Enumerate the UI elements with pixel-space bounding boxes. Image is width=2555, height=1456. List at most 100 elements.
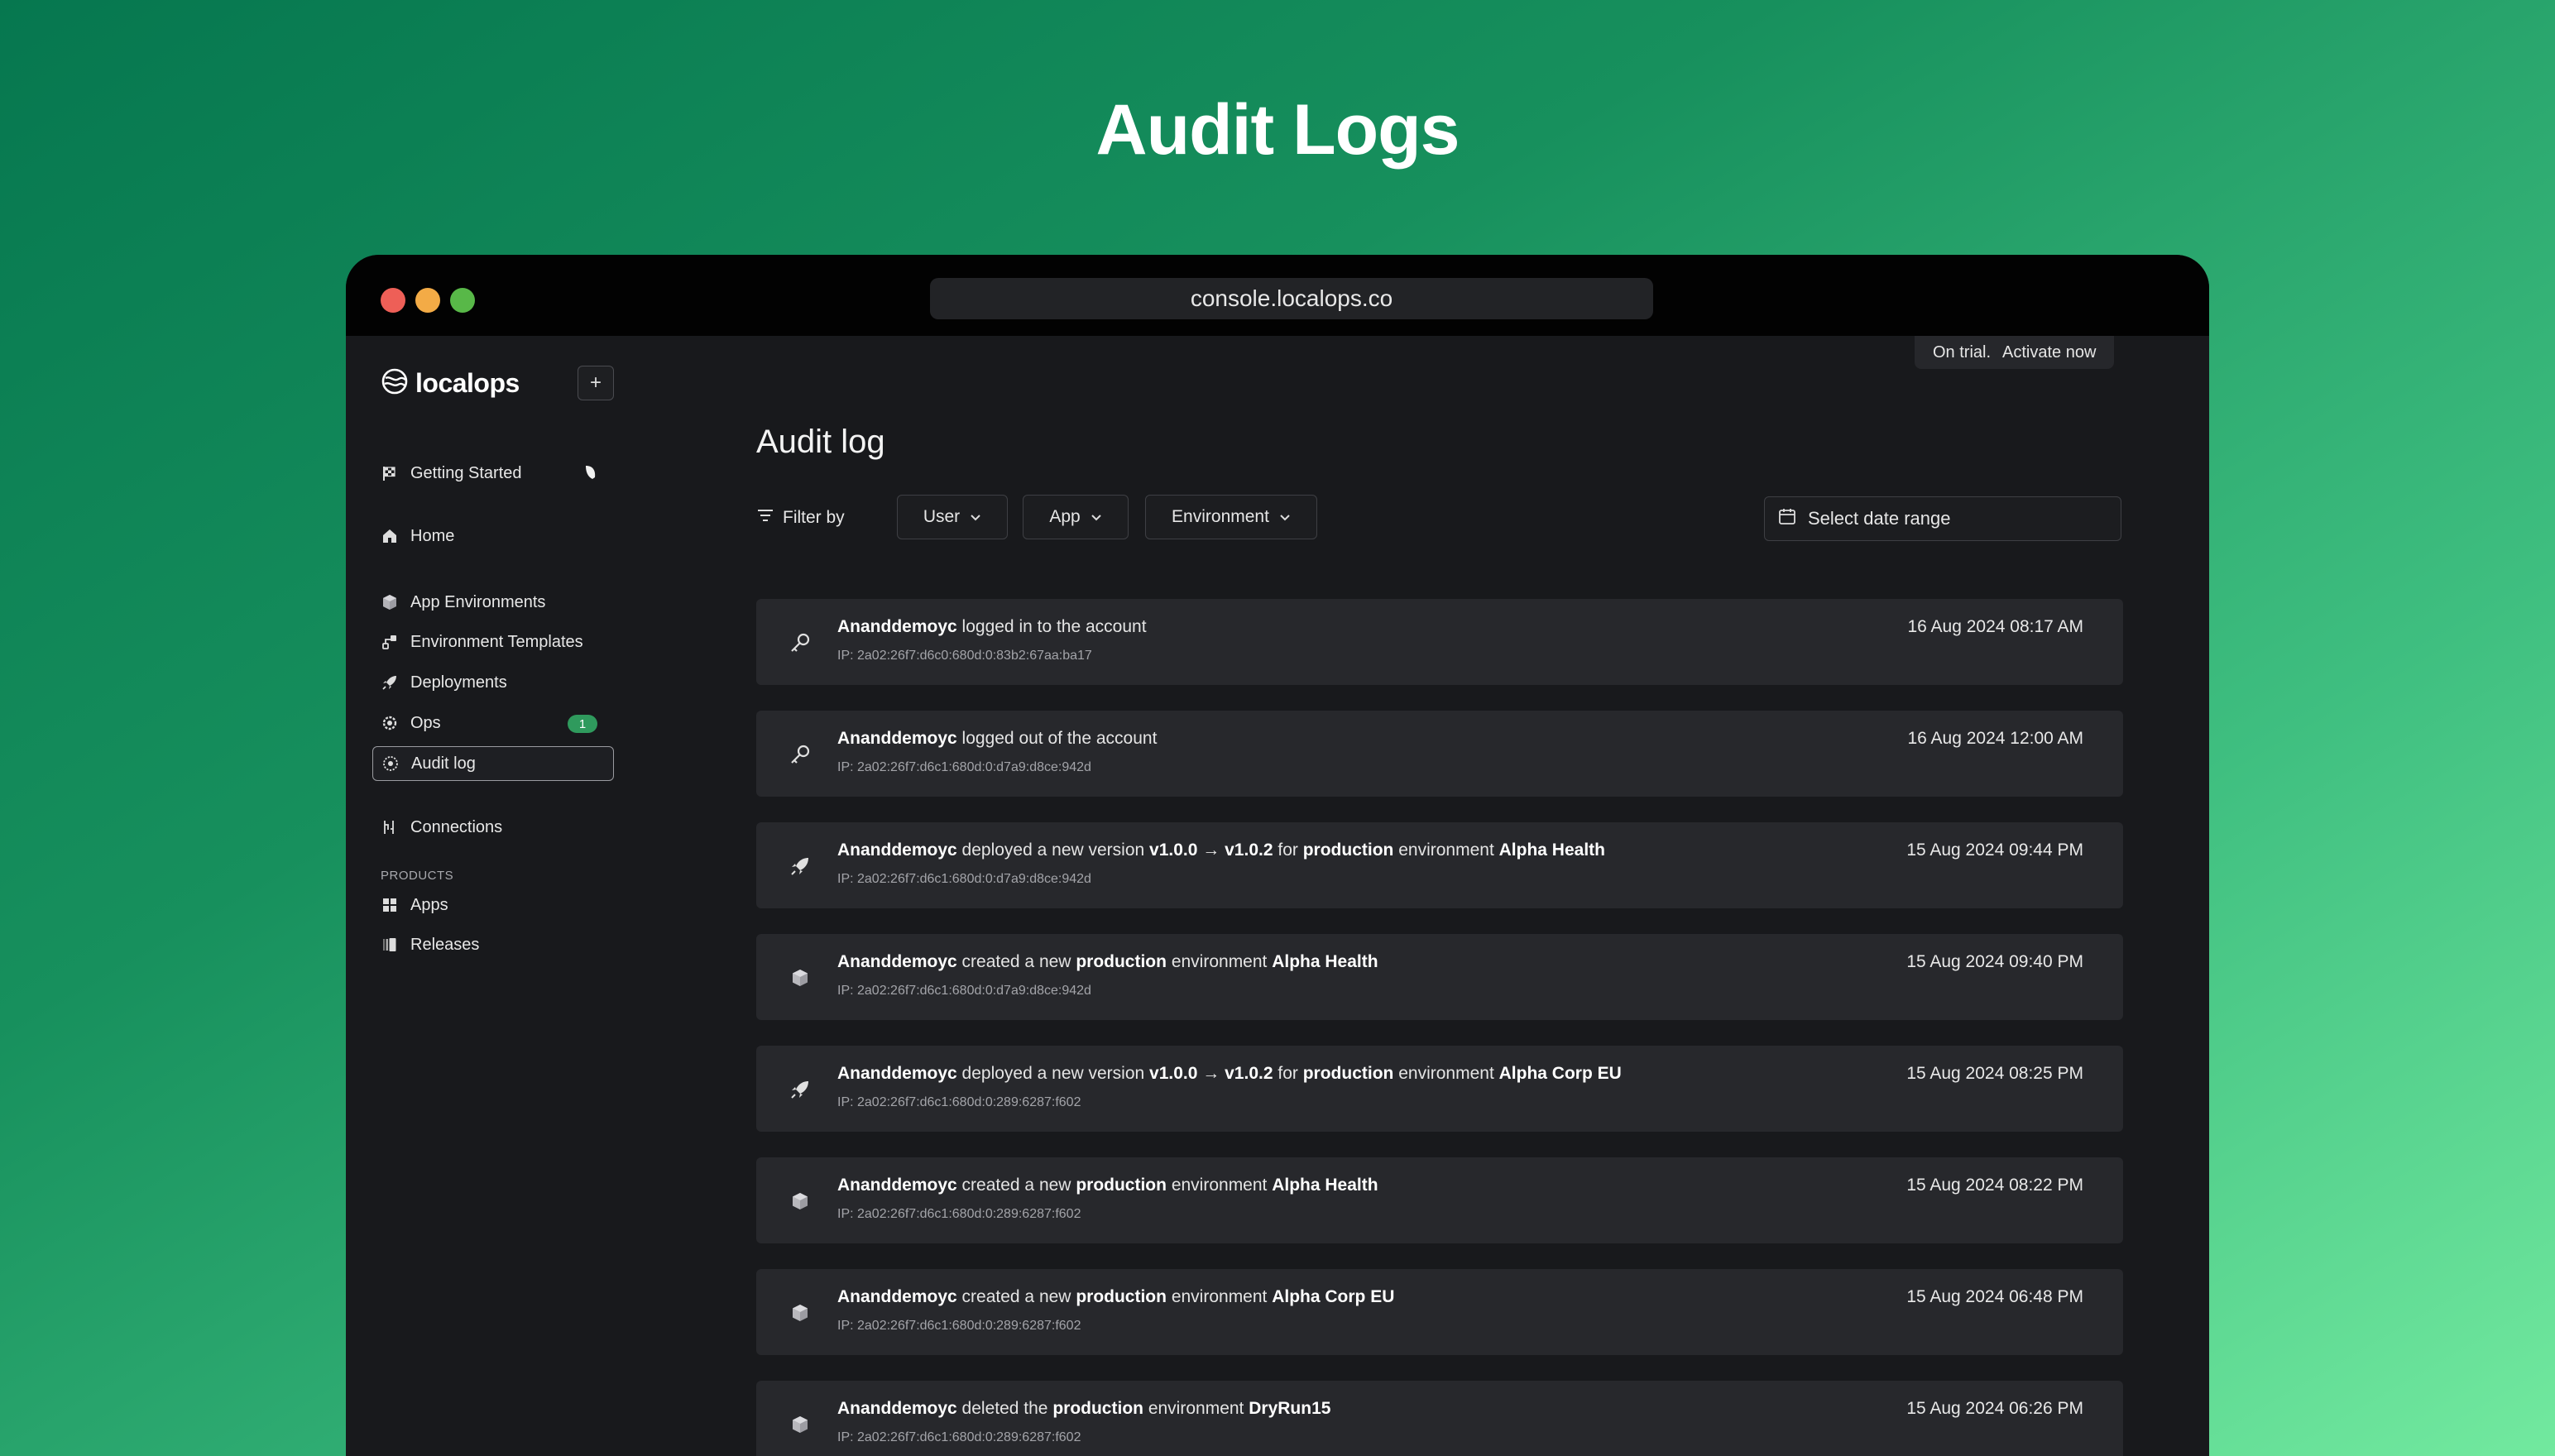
logo-text: localops (415, 368, 520, 398)
audit-log-highlight: DryRun15 (1249, 1399, 1331, 1418)
date-range-picker[interactable]: Select date range (1764, 496, 2121, 541)
audit-log-ip: IP: 2a02:26f7:d6c1:680d:0:d7a9:d8ce:942d (837, 760, 1091, 774)
home-icon (381, 527, 399, 545)
sidebar-item-label: Environment Templates (410, 632, 583, 651)
sidebar-item-environment-templates[interactable]: Environment Templates (372, 625, 612, 659)
audit-log-message: Ananddemoyc logged out of the account (837, 729, 1157, 749)
sidebar-item-label: Ops (410, 713, 441, 732)
audit-log-timestamp: 15 Aug 2024 09:44 PM (1906, 841, 2083, 860)
audit-log-row[interactable]: Ananddemoyc created a new production env… (756, 934, 2123, 1020)
rocket-icon (381, 673, 399, 692)
audit-log-row[interactable]: Ananddemoyc logged out of the account IP:… (756, 711, 2123, 797)
audit-log-timestamp: 15 Aug 2024 06:48 PM (1906, 1287, 2083, 1306)
page-title: Audit log (756, 424, 885, 460)
key-icon (786, 629, 814, 657)
sidebar-item-label: Home (410, 526, 455, 545)
app-filter-label: App (1049, 507, 1081, 526)
cube-icon (786, 1410, 814, 1439)
audit-log-user: Ananddemoyc (837, 1064, 957, 1083)
rocket-icon (786, 852, 814, 880)
audit-log-timestamp: 15 Aug 2024 06:26 PM (1906, 1399, 2083, 1418)
app-filter-dropdown[interactable]: App (1023, 495, 1129, 539)
audit-log-text: logged in to the account (961, 617, 1147, 636)
audit-log-text: deployed a new version (961, 841, 1145, 860)
audit-log-highlight: v1.0.0 (1149, 1064, 1198, 1083)
audit-log-text: environment (1171, 1176, 1268, 1195)
main-content: Audit log Filter by User App Environment… (756, 336, 2123, 1456)
address-bar[interactable]: console.localops.co (930, 278, 1653, 319)
audit-log-timestamp: 15 Aug 2024 08:22 PM (1906, 1176, 2083, 1195)
audit-log-highlight: v1.0.2 (1225, 841, 1273, 860)
sidebar-item-label: Apps (410, 895, 448, 914)
sidebar-item-label: Getting Started (410, 463, 522, 482)
releases-icon (381, 936, 399, 954)
audit-log-user: Ananddemoyc (837, 841, 957, 860)
audit-log-highlight: v1.0.2 (1225, 1064, 1273, 1083)
audit-log-text: → (1202, 841, 1220, 860)
audit-log-text: environment (1171, 952, 1268, 971)
sidebar-item-audit-log[interactable]: Audit log (372, 746, 614, 781)
audit-log-text: deleted the (961, 1399, 1048, 1418)
audit-log-highlight: Alpha Health (1498, 841, 1605, 860)
sidebar-item-label: Connections (410, 817, 503, 836)
audit-log-text: created a new (961, 952, 1071, 971)
audit-log-row[interactable]: Ananddemoyc created a new production env… (756, 1157, 2123, 1243)
audit-log-ip: IP: 2a02:26f7:d6c1:680d:0:d7a9:d8ce:942d (837, 872, 1091, 886)
user-filter-dropdown[interactable]: User (897, 495, 1008, 539)
sidebar-item-home[interactable]: Home (372, 520, 612, 553)
close-window-button[interactable] (381, 288, 405, 313)
audit-log-highlight: Alpha Health (1272, 952, 1378, 971)
audit-log-row[interactable]: Ananddemoyc deployed a new version v1.0.… (756, 822, 2123, 908)
audit-log-user: Ananddemoyc (837, 952, 957, 971)
chevron-down-icon (1279, 507, 1291, 527)
browser-window: console.localops.co On trial. Activate n… (346, 255, 2209, 1456)
audit-log-timestamp: 15 Aug 2024 09:40 PM (1906, 952, 2083, 971)
connections-icon (381, 818, 399, 836)
sidebar-item-apps[interactable]: Apps (372, 888, 612, 922)
hero-title: Audit Logs (1095, 90, 1460, 170)
minimize-window-button[interactable] (415, 288, 440, 313)
audit-log-text: for (1278, 841, 1298, 860)
audit-log-highlight: production (1076, 952, 1167, 971)
audit-log-timestamp: 16 Aug 2024 12:00 AM (1907, 729, 2083, 748)
products-section-label: PRODUCTS (381, 869, 454, 883)
sidebar-item-app-environments[interactable]: App Environments (372, 586, 612, 619)
audit-log-highlight: production (1076, 1176, 1167, 1195)
logo[interactable]: localops (381, 367, 520, 400)
audit-log-row[interactable]: Ananddemoyc logged in to the account IP: … (756, 599, 2123, 685)
audit-log-row[interactable]: Ananddemoyc created a new production env… (756, 1269, 2123, 1355)
audit-log-message: Ananddemoyc created a new production env… (837, 1287, 1394, 1307)
sidebar-item-label: Releases (410, 935, 480, 954)
sidebar-item-ops[interactable]: Ops 1 (372, 706, 612, 740)
audit-log-highlight: v1.0.0 (1149, 841, 1198, 860)
checkered-flag-icon (381, 464, 399, 482)
audit-log-timestamp: 16 Aug 2024 08:17 AM (1907, 617, 2083, 636)
audit-log-ip: IP: 2a02:26f7:d6c1:680d:0:289:6287:f602 (837, 1095, 1081, 1109)
audit-log-text: created a new (961, 1176, 1071, 1195)
audit-log-highlight: production (1302, 841, 1394, 860)
audit-log-row[interactable]: Ananddemoyc deployed a new version v1.0.… (756, 1046, 2123, 1132)
audit-log-user: Ananddemoyc (837, 729, 957, 748)
filter-by-text: Filter by (783, 508, 845, 527)
localops-logo-icon (381, 367, 409, 400)
chevron-down-icon (1091, 507, 1102, 527)
sidebar-item-deployments[interactable]: Deployments (372, 666, 612, 699)
audit-log-row[interactable]: Ananddemoyc deleted the production envir… (756, 1381, 2123, 1456)
environment-filter-dropdown[interactable]: Environment (1145, 495, 1317, 539)
calendar-icon (1778, 507, 1796, 530)
template-icon (381, 633, 399, 651)
sidebar-item-connections[interactable]: Connections (372, 811, 612, 844)
audit-log-ip: IP: 2a02:26f7:d6c1:680d:0:289:6287:f602 (837, 1319, 1081, 1333)
sidebar: localops + Getting Started Home App Envi… (346, 336, 627, 1456)
audit-log-user: Ananddemoyc (837, 1176, 957, 1195)
cube-icon (786, 964, 814, 992)
sidebar-item-releases[interactable]: Releases (372, 928, 612, 961)
gear-icon (381, 714, 399, 732)
audit-log-text: environment (1148, 1399, 1244, 1418)
sidebar-item-getting-started[interactable]: Getting Started (372, 457, 612, 490)
audit-log-text: → (1202, 1064, 1220, 1083)
add-button[interactable]: + (578, 366, 614, 400)
maximize-window-button[interactable] (450, 288, 475, 313)
audit-log-ip: IP: 2a02:26f7:d6c1:680d:0:d7a9:d8ce:942d (837, 984, 1091, 998)
audit-icon (381, 754, 400, 773)
